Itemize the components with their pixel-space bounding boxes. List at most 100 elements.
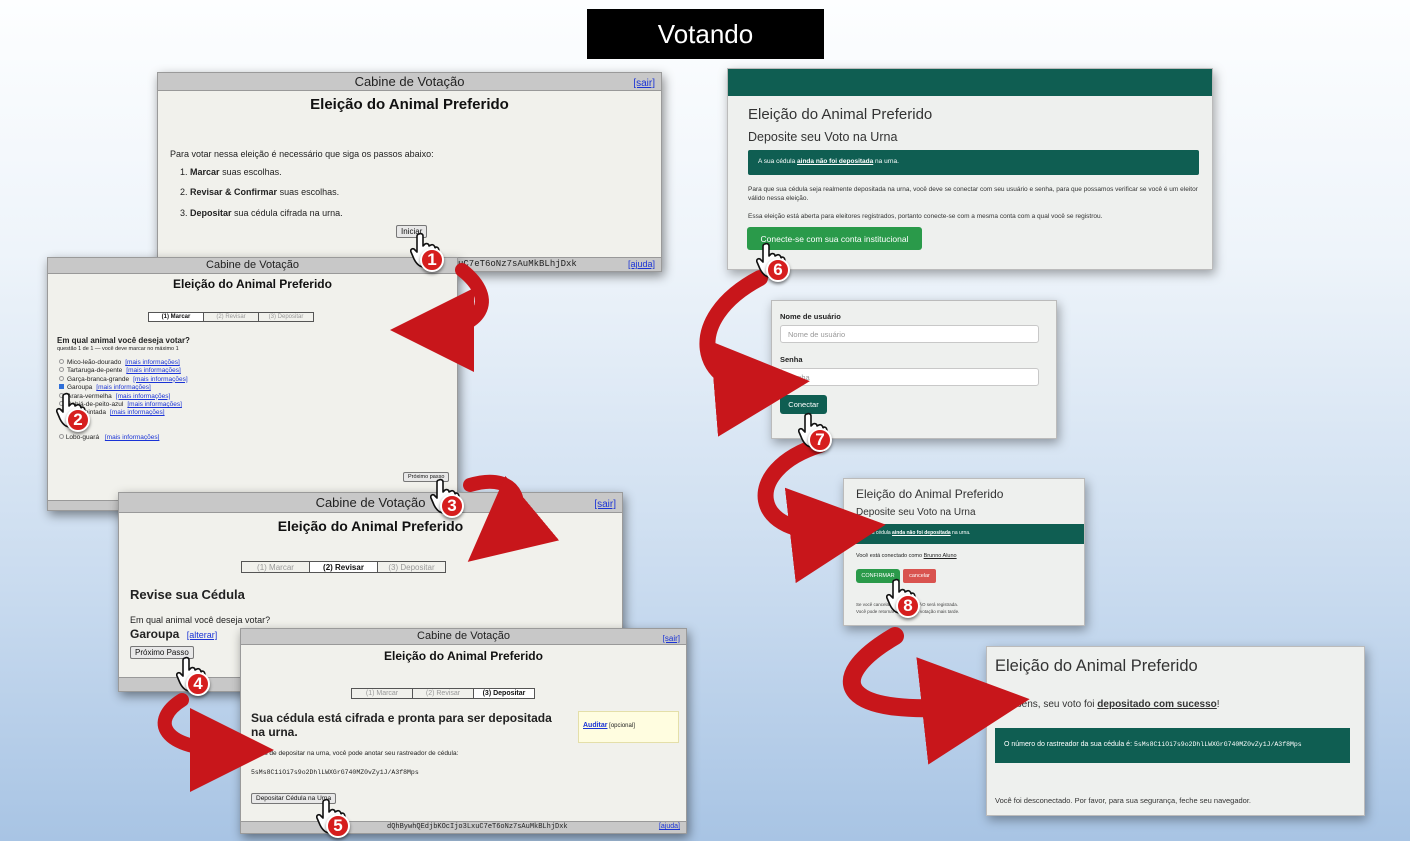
username-label: Nome de usuário xyxy=(780,312,841,321)
step-tabs: (1) Marcar (2) Revisar (3) Depositar xyxy=(148,312,314,322)
deposit-page: Eleição do Animal Preferido Deposite seu… xyxy=(727,68,1213,270)
step-tabs: (1) Marcar (2) Revisar (3) Depositar xyxy=(351,688,535,699)
username-input[interactable]: Nome de usuário xyxy=(780,325,1039,343)
tab-mark: (1) Marcar xyxy=(352,689,413,698)
ballot-tracker: 5sMs8C1iOi7s9o2DhlLWXGrG740MZ0vZy1J/A3f8… xyxy=(251,769,419,776)
option-label: Mico-leão-dourado xyxy=(67,359,122,366)
ballot-tracker: 5sMs8C1iOi7s9o2DhlLWXGrG740MZ0vZy1J/A3f8… xyxy=(1133,741,1302,748)
election-title: Eleição do Animal Preferido xyxy=(277,518,464,534)
booth-header-label: Cabine de Votação xyxy=(417,630,510,642)
radio-button[interactable] xyxy=(59,367,64,373)
tab-review: (2) Revisar xyxy=(204,313,259,321)
deposit-heading: Sua cédula está cifrada e pronta para se… xyxy=(251,711,552,739)
more-info-link[interactable]: [mais informações] xyxy=(127,401,182,408)
help-link[interactable]: [ajuda] xyxy=(628,259,655,269)
navbar xyxy=(728,69,1212,96)
intro-step-3: 3. Depositar sua cédula cifrada na urna. xyxy=(180,208,343,218)
exit-link[interactable]: [sair] xyxy=(594,495,616,514)
arrow-4-to-5 xyxy=(157,693,274,792)
success-page: Eleição do Animal Preferido Parabéns, se… xyxy=(986,646,1365,816)
info-paragraph-1: Para que sua cédula seja realmente depos… xyxy=(748,186,1198,202)
password-input[interactable]: Senha xyxy=(780,368,1039,386)
arrow-8-to-9 xyxy=(843,627,1030,765)
option-row[interactable]: Garça-branca-grande [mais informações] xyxy=(59,375,188,384)
more-info-link[interactable]: [mais informações] xyxy=(96,384,151,391)
arrow-7-to-8 xyxy=(757,437,886,584)
option-row[interactable]: Tartaruga-de-pente [mais informações] xyxy=(59,367,188,375)
booth-header: Cabine de Votação [sair] xyxy=(158,73,661,91)
info-paragraph-2: Essa eleição está aberta para eleitores … xyxy=(748,213,1103,220)
review-question: Em qual animal você deseja votar? xyxy=(130,615,271,625)
election-title: Eleição do Animal Preferido xyxy=(995,657,1198,675)
election-title: Eleição do Animal Preferido xyxy=(384,649,543,663)
booth-header-label: Cabine de Votação xyxy=(315,495,426,510)
review-answer: Garoupa [alterar] xyxy=(130,627,218,641)
booth-screen-deposit: Cabine de Votação [sair] Eleição do Anim… xyxy=(240,628,687,834)
step-tabs: (1) Marcar (2) Revisar (3) Depositar xyxy=(241,561,446,573)
confirm-page: Eleição do Animal Preferido Deposite seu… xyxy=(843,478,1085,626)
intro-step-1: 1. Marcar suas escolhas. xyxy=(180,167,282,177)
more-info-link[interactable]: [mais informações] xyxy=(133,376,188,383)
more-info-link[interactable]: [mais informações] xyxy=(116,393,171,400)
step-number-badge: 6 xyxy=(766,258,790,282)
slide-title: Votando xyxy=(587,9,824,59)
password-label: Senha xyxy=(780,355,803,364)
booth-header: Cabine de Votação [sair] xyxy=(119,493,622,513)
tab-mark: (1) Marcar xyxy=(149,313,204,321)
status-alert: A sua cédula ainda não foi depositada na… xyxy=(748,150,1199,175)
tab-review: (2) Revisar xyxy=(413,689,474,698)
question-note: questão 1 de 1 — você deve marcar no máx… xyxy=(57,346,179,352)
booth-header-label: Cabine de Votação xyxy=(206,259,299,271)
option-label: Garoupa xyxy=(67,384,93,392)
radio-button[interactable] xyxy=(59,359,64,364)
election-title: Eleição do Animal Preferido xyxy=(173,277,332,291)
step-number-badge: 2 xyxy=(66,408,90,432)
success-message: Parabéns, seu voto foi depositado com su… xyxy=(995,699,1220,710)
more-info-link[interactable]: [mais informações] xyxy=(105,434,160,441)
connected-as: Você está conectado como Brunno Aluno xyxy=(856,553,957,559)
step-number-badge: 7 xyxy=(808,428,832,452)
step-number-badge: 8 xyxy=(896,594,920,618)
election-title: Eleição do Animal Preferido xyxy=(748,106,933,123)
audit-link[interactable]: Auditar xyxy=(583,722,608,729)
election-title: Eleição do Animal Preferido xyxy=(310,96,509,113)
change-link[interactable]: [alterar] xyxy=(187,630,218,640)
step-number-badge: 3 xyxy=(440,494,464,518)
tab-deposit: (3) Depositar xyxy=(474,689,534,698)
tracker-hash: uC7eT6oNz7sAuMkBLhjDxk xyxy=(458,259,577,269)
audit-note: [opcional] xyxy=(609,723,635,729)
step-number-badge: 1 xyxy=(420,248,444,272)
option-row[interactable]: Lobo-guará [mais informações] xyxy=(59,434,159,441)
tab-deposit: (3) Depositar xyxy=(388,563,435,572)
more-info-link[interactable]: [mais informações] xyxy=(126,367,181,374)
option-label: Lobo-guará xyxy=(65,434,100,441)
booth-header: Cabine de Votação [sair] xyxy=(241,629,686,645)
help-link[interactable]: [ajuda] xyxy=(659,823,680,830)
checked-checkbox[interactable] xyxy=(59,384,64,390)
option-label: Tartaruga-de-pente xyxy=(67,367,123,375)
option-row[interactable]: Mico-leão-dourado [mais informações] xyxy=(59,359,188,367)
tab-review: (2) Revisar xyxy=(310,562,378,572)
tracker-hash: dQhBywhQEdjbKOcIjo3LxuC7eT6oNz7sAuMkBLhj… xyxy=(387,823,568,831)
review-heading: Revise sua Cédula xyxy=(130,587,245,602)
deposit-note: Antes de depositar na urna, você pode an… xyxy=(251,750,459,757)
logout-message: Você foi desconectado. Por favor, para s… xyxy=(995,796,1252,805)
audit-box: Auditar [opcional] xyxy=(578,711,679,743)
more-info-link[interactable]: [mais informações] xyxy=(125,359,180,366)
radio-button[interactable] xyxy=(59,375,64,381)
exit-link[interactable]: [sair] xyxy=(633,75,655,92)
exit-link[interactable]: [sair] xyxy=(663,631,680,646)
tab-deposit: (3) Depositar xyxy=(268,314,304,320)
tab-mark: (1) Marcar xyxy=(242,562,310,572)
page-subtitle: Deposite seu Voto na Urna xyxy=(856,507,976,518)
status-alert: A sua cédula ainda não foi depositada na… xyxy=(856,524,1084,544)
option-label: Garça-branca-grande xyxy=(67,375,130,383)
arrow-6-to-7 xyxy=(699,270,810,437)
booth-header-label: Cabine de Votação xyxy=(354,74,465,89)
step-number-badge: 4 xyxy=(186,672,210,696)
more-info-link[interactable]: [mais informações] xyxy=(110,409,165,416)
booth-screen-mark: Cabine de Votação Eleição do Animal Pref… xyxy=(47,257,458,511)
election-title: Eleição do Animal Preferido xyxy=(856,487,1004,501)
booth-header: Cabine de Votação xyxy=(48,258,457,274)
intro-text: Para votar nessa eleição é necessário qu… xyxy=(170,149,434,159)
